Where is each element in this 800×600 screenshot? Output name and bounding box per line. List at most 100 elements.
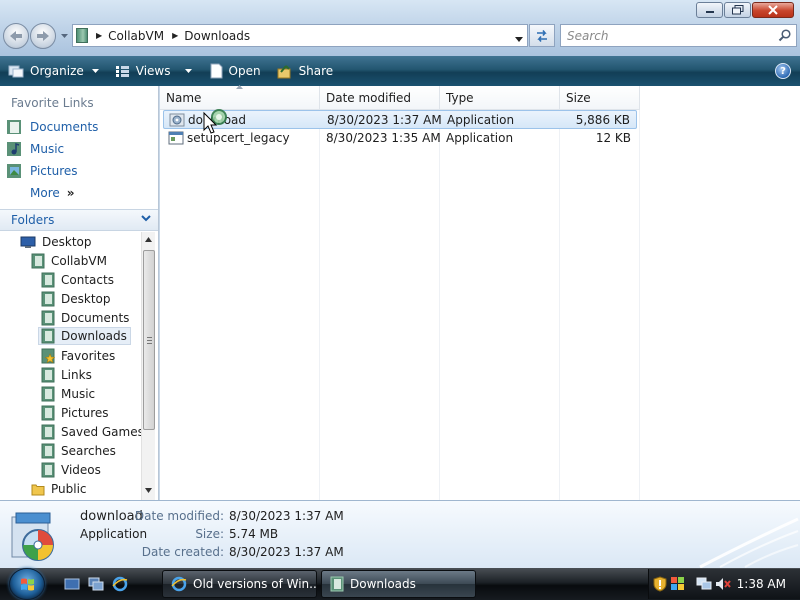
file-row-download[interactable]: download 8/30/2023 1:37 AM Application 5… (163, 110, 637, 129)
more-favorites-link[interactable]: More » (30, 186, 75, 200)
file-row-setupcert-legacy[interactable]: setupcert_legacy 8/30/2023 1:35 AM Appli… (163, 129, 637, 148)
internet-explorer-icon[interactable] (112, 576, 128, 592)
open-document-icon (210, 63, 222, 79)
folder-icon (41, 310, 55, 326)
collabvm-folder-icon (76, 28, 88, 43)
minimize-button[interactable] (696, 2, 723, 18)
folder-icon (41, 367, 55, 383)
network-icon[interactable] (696, 576, 712, 592)
back-button[interactable] (3, 23, 29, 49)
organize-label: Organize (30, 64, 84, 78)
tree-item-downloads[interactable]: Downloads (38, 327, 131, 345)
breadcrumb-arrow-icon[interactable]: ▶ (96, 31, 102, 40)
column-header-type[interactable]: Type (440, 86, 560, 110)
column-header-name[interactable]: Name (160, 85, 320, 110)
security-shield-icon[interactable] (653, 576, 667, 592)
tree-item-label: Downloads (61, 329, 127, 343)
forward-arrow-icon (37, 31, 49, 41)
search-icon[interactable] (778, 29, 791, 45)
scroll-up-arrow-icon[interactable] (145, 237, 152, 242)
navigation-pane: Favorite Links Documents Music Pictures … (0, 86, 159, 500)
taskbar-button-browser[interactable]: Old versions of Win... (162, 570, 317, 598)
column-divider (319, 110, 320, 500)
share-button[interactable]: Share (271, 59, 340, 83)
open-button[interactable]: Open (204, 59, 267, 83)
folder-icon (41, 462, 55, 478)
favorite-link-label: Music (30, 142, 65, 156)
desktop-icon (20, 236, 36, 248)
column-header-label: Date modified (326, 90, 412, 105)
tree-item-desktop[interactable]: Desktop (20, 233, 92, 251)
tree-item-favorites[interactable]: Favorites (41, 347, 115, 365)
tree-item-videos[interactable]: Videos (41, 461, 101, 479)
recent-pages-dropdown[interactable] (60, 32, 69, 40)
details-pane: download Application Date modified: 8/30… (0, 500, 800, 569)
favorite-link-pictures[interactable]: Pictures (6, 163, 78, 179)
tree-item-contacts[interactable]: Contacts (41, 271, 114, 289)
maximize-button[interactable] (724, 2, 751, 18)
yellow-folder-icon (31, 484, 45, 496)
tree-item-music[interactable]: Music (41, 385, 95, 403)
favorites-folder-icon (41, 348, 55, 364)
show-desktop-icon[interactable] (64, 576, 80, 592)
address-bar[interactable]: ▶ CollabVM ▶ Downloads (72, 24, 528, 47)
column-header-date[interactable]: Date modified (320, 86, 440, 110)
windows-logo-icon (21, 578, 34, 591)
breadcrumb-arrow-icon[interactable]: ▶ (172, 31, 178, 40)
favorite-link-documents[interactable]: Documents (6, 119, 98, 135)
views-button[interactable]: Views (109, 59, 198, 83)
folder-tree: Desktop CollabVM Contacts Desktop Docume… (0, 232, 141, 500)
favorite-link-music[interactable]: Music (6, 141, 64, 157)
chevron-down-icon (141, 215, 151, 222)
folders-header[interactable]: Folders (0, 209, 158, 231)
folder-icon (41, 386, 55, 402)
taskbar-button-downloads[interactable]: Downloads (321, 570, 476, 598)
search-input[interactable] (567, 28, 772, 43)
column-header-label: Size (566, 90, 591, 105)
column-divider (439, 110, 440, 500)
tree-item-pictures[interactable]: Pictures (41, 404, 109, 422)
system-tray: 1:38 AM (648, 569, 800, 599)
column-header-label: Type (446, 90, 474, 105)
help-button[interactable]: ? (775, 63, 791, 79)
share-icon (277, 64, 291, 78)
folder-icon (41, 328, 55, 344)
start-button[interactable] (9, 568, 45, 600)
refresh-icon (537, 29, 547, 42)
tree-item-documents[interactable]: Documents (41, 309, 129, 327)
tree-item-desktop-sub[interactable]: Desktop (41, 290, 111, 308)
address-dropdown-button[interactable] (515, 31, 523, 45)
breadcrumb-collabvm[interactable]: CollabVM (108, 29, 164, 43)
scroll-down-arrow-icon[interactable] (145, 488, 152, 493)
search-box[interactable] (560, 24, 797, 47)
user-folder-icon (31, 253, 45, 269)
folder-tree-scrollbar[interactable] (141, 232, 155, 500)
close-button[interactable] (752, 2, 794, 18)
tree-item-saved-games[interactable]: Saved Games (41, 423, 141, 441)
volume-muted-icon[interactable] (715, 576, 731, 592)
file-date-modified: 8/30/2023 1:37 AM (327, 113, 442, 127)
refresh-button[interactable] (529, 24, 555, 47)
clock[interactable]: 1:38 AM (737, 577, 786, 591)
column-header-size[interactable]: Size (560, 86, 640, 110)
tree-item-label: Saved Games (61, 425, 141, 439)
open-label: Open (228, 64, 261, 78)
switch-windows-icon[interactable] (88, 576, 104, 592)
tree-item-label: Pictures (61, 406, 109, 420)
explorer-folder-icon (330, 576, 344, 592)
breadcrumb-downloads[interactable]: Downloads (184, 29, 250, 43)
tree-item-searches[interactable]: Searches (41, 442, 116, 460)
details-size-label: Size: (195, 527, 224, 541)
windows-update-icon[interactable] (670, 576, 686, 592)
documents-folder-icon (7, 120, 21, 134)
organize-button[interactable]: Organize (2, 59, 105, 83)
minimize-icon (705, 11, 714, 13)
decorative-swoosh (699, 517, 799, 569)
tree-item-public[interactable]: Public (31, 480, 87, 498)
double-chevron-right-icon: » (66, 186, 75, 200)
chevron-down-icon (184, 69, 192, 73)
forward-button[interactable] (30, 23, 56, 49)
tree-item-collabvm[interactable]: CollabVM (31, 252, 107, 270)
tree-item-links[interactable]: Links (41, 366, 92, 384)
scrollbar-thumb[interactable] (143, 250, 155, 430)
